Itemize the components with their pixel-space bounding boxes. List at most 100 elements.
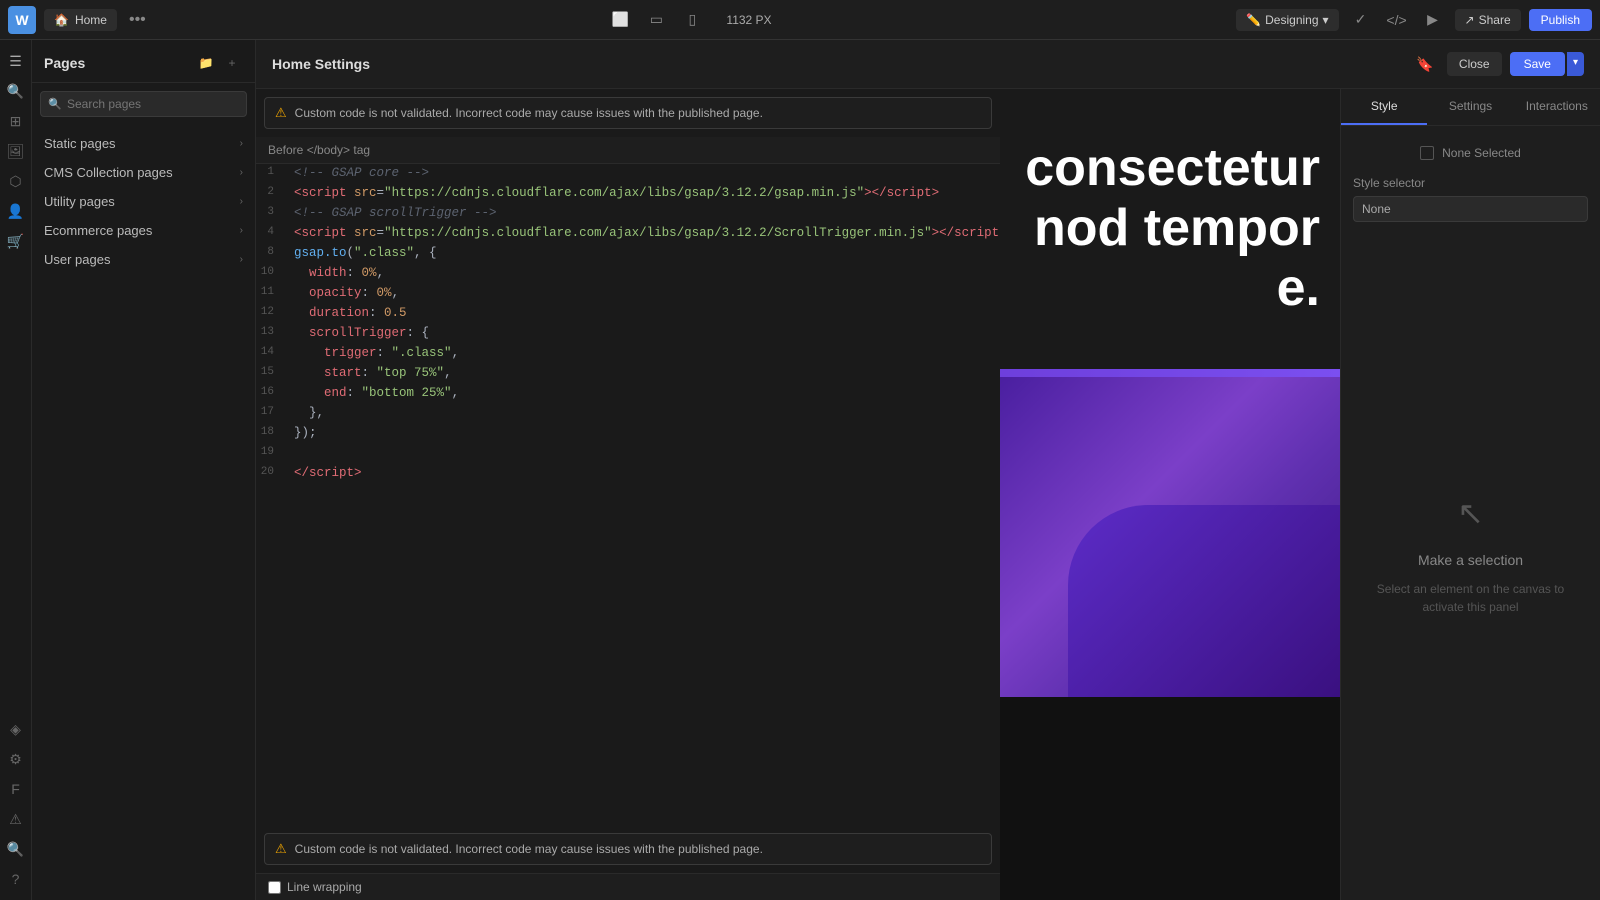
integrations-icon[interactable]: ⚙	[3, 746, 29, 772]
pages-search-area: 🔍	[40, 91, 247, 117]
line-num-10: 10	[256, 264, 286, 278]
mobile-view-icon[interactable]: ▯	[678, 8, 706, 32]
code-line-8: 8 gsap.to(".class", {	[256, 244, 1000, 264]
line-content-13: scrollTrigger: {	[286, 324, 1000, 342]
ecommerce-icon[interactable]: 🛒	[3, 228, 29, 254]
none-selected-label: None Selected	[1442, 146, 1521, 160]
none-selected-checkbox[interactable]	[1420, 146, 1434, 160]
utility-pages-item[interactable]: Utility pages ›	[32, 187, 255, 216]
line-wrap-checkbox[interactable]	[268, 881, 281, 894]
search-pages-input[interactable]	[40, 91, 247, 117]
tab-settings[interactable]: Settings	[1427, 89, 1513, 125]
tab-style[interactable]: Style	[1341, 89, 1427, 125]
style-selector-label: Style selector	[1353, 176, 1425, 190]
topbar-right: ✏️ Designing ▾ ✓ </> ▶ ↗ Share Publish	[1236, 6, 1592, 34]
designing-mode-btn[interactable]: ✏️ Designing ▾	[1236, 9, 1338, 31]
line-num-17: 17	[256, 404, 286, 418]
code-line-4: 4 <script src="https://cdnjs.cloudflare.…	[256, 224, 1000, 244]
line-content-8: gsap.to(".class", {	[286, 244, 1000, 262]
topbar: W 🏠 Home ••• ⬜ ▭ ▯ 1132 PX ✏️ Designing …	[0, 0, 1600, 40]
magnify-icon[interactable]: 🔍	[3, 836, 29, 862]
style-selector-dropdown[interactable]: None	[1353, 196, 1588, 222]
pages-panel-title: Pages	[44, 55, 85, 71]
line-content-2: <script src="https://cdnjs.cloudflare.co…	[286, 184, 1000, 202]
code-line-16: 16 end: "bottom 25%",	[256, 384, 1000, 404]
canvas-big-text: consectetur nod tempor e.	[1025, 139, 1320, 318]
canvas-text-line3: e.	[1277, 259, 1320, 317]
fonts-icon[interactable]: F	[3, 776, 29, 802]
share-button[interactable]: ↗ Share	[1455, 9, 1521, 31]
top-warning-text: Custom code is not validated. Incorrect …	[295, 106, 763, 120]
line-num-12: 12	[256, 304, 286, 318]
user-pages-arrow-icon: ›	[240, 254, 243, 265]
canvas-gradient-area	[1000, 377, 1340, 697]
line-wrap-label[interactable]: Line wrapping	[268, 880, 362, 894]
checkmark-icon-btn[interactable]: ✓	[1347, 6, 1375, 34]
desktop-view-icon[interactable]: ⬜	[606, 8, 634, 32]
right-panel-content: None Selected Style selector None ↖ Make…	[1341, 126, 1600, 900]
line-num-16: 16	[256, 384, 286, 398]
logic-icon[interactable]: ◈	[3, 716, 29, 742]
question-icon[interactable]: ?	[3, 866, 29, 892]
user-pages-label: User pages	[44, 252, 110, 267]
static-pages-arrow-icon: ›	[240, 138, 243, 149]
code-line-17: 17 },	[256, 404, 1000, 424]
line-num-13: 13	[256, 324, 286, 338]
line-num-14: 14	[256, 344, 286, 358]
publish-label: Publish	[1541, 13, 1580, 27]
cms-icon[interactable]: ⬡	[3, 168, 29, 194]
code-icon-btn[interactable]: </>	[1383, 6, 1411, 34]
line-content-19-empty	[286, 444, 1000, 462]
ecommerce-pages-item[interactable]: Ecommerce pages ›	[32, 216, 255, 245]
code-footer: Line wrapping	[256, 873, 1000, 900]
line-num-8: 8	[256, 244, 286, 258]
line-num-3: 3	[256, 204, 286, 218]
pencil-icon: ✏️	[1246, 13, 1261, 27]
warning-icon[interactable]: ⚠	[3, 806, 29, 832]
code-line-12: 12 duration: 0.5	[256, 304, 1000, 324]
pages-icon[interactable]: ☰	[3, 48, 29, 74]
play-icon-btn[interactable]: ▶	[1419, 6, 1447, 34]
components-icon[interactable]: ⊞	[3, 108, 29, 134]
line-content-17: },	[286, 404, 1000, 422]
tablet-view-icon[interactable]: ▭	[642, 8, 670, 32]
home-tab[interactable]: 🏠 Home	[44, 9, 117, 31]
line-content-1: <!-- GSAP core -->	[286, 164, 1000, 182]
canvas-text-line1: consectetur	[1025, 139, 1320, 197]
code-section: ⚠ Custom code is not validated. Incorrec…	[256, 89, 1000, 900]
tab-dots[interactable]: •••	[125, 11, 150, 29]
logo: W	[8, 6, 36, 34]
save-button[interactable]: Save	[1510, 52, 1565, 76]
share-label: Share	[1479, 13, 1511, 27]
folder-icon[interactable]: 📁	[195, 52, 217, 74]
right-panel: Style Settings Interactions None Selecte…	[1340, 89, 1600, 900]
canvas-text-area: consectetur nod tempor e.	[1000, 89, 1340, 369]
designing-label: Designing	[1265, 13, 1318, 27]
settings-header: Home Settings 🔖 Close Save ▾	[256, 40, 1600, 89]
before-body-label: Before </body> tag	[256, 137, 1000, 164]
bookmark-icon-btn[interactable]: 🔖	[1411, 50, 1439, 78]
center-wrapper: Home Settings 🔖 Close Save ▾ ⚠ Custom co…	[256, 40, 1600, 900]
users-icon[interactable]: 👤	[3, 198, 29, 224]
cms-pages-item[interactable]: CMS Collection pages ›	[32, 158, 255, 187]
code-line-15: 15 start: "top 75%",	[256, 364, 1000, 384]
add-page-icon[interactable]: +	[221, 52, 243, 74]
save-dropdown-arrow[interactable]: ▾	[1567, 52, 1584, 76]
user-pages-item[interactable]: User pages ›	[32, 245, 255, 274]
code-editor[interactable]: 1 <!-- GSAP core --> 2 <script src="http…	[256, 164, 1000, 825]
line-num-15: 15	[256, 364, 286, 378]
assets-icon[interactable]: 🖼	[3, 138, 29, 164]
pages-panel-header: Pages 📁 +	[32, 40, 255, 83]
close-button[interactable]: Close	[1447, 52, 1502, 76]
pages-header-icons: 📁 +	[195, 52, 243, 74]
line-content-14: trigger: ".class",	[286, 344, 1000, 362]
publish-button[interactable]: Publish	[1529, 9, 1592, 31]
tab-interactions[interactable]: Interactions	[1514, 89, 1600, 125]
line-content-12: duration: 0.5	[286, 304, 1000, 322]
line-num-4: 4	[256, 224, 286, 238]
code-line-1: 1 <!-- GSAP core -->	[256, 164, 1000, 184]
static-pages-item[interactable]: Static pages ›	[32, 129, 255, 158]
line-wrap-text: Line wrapping	[287, 880, 362, 894]
search-icon[interactable]: 🔍	[3, 78, 29, 104]
line-num-11: 11	[256, 284, 286, 298]
